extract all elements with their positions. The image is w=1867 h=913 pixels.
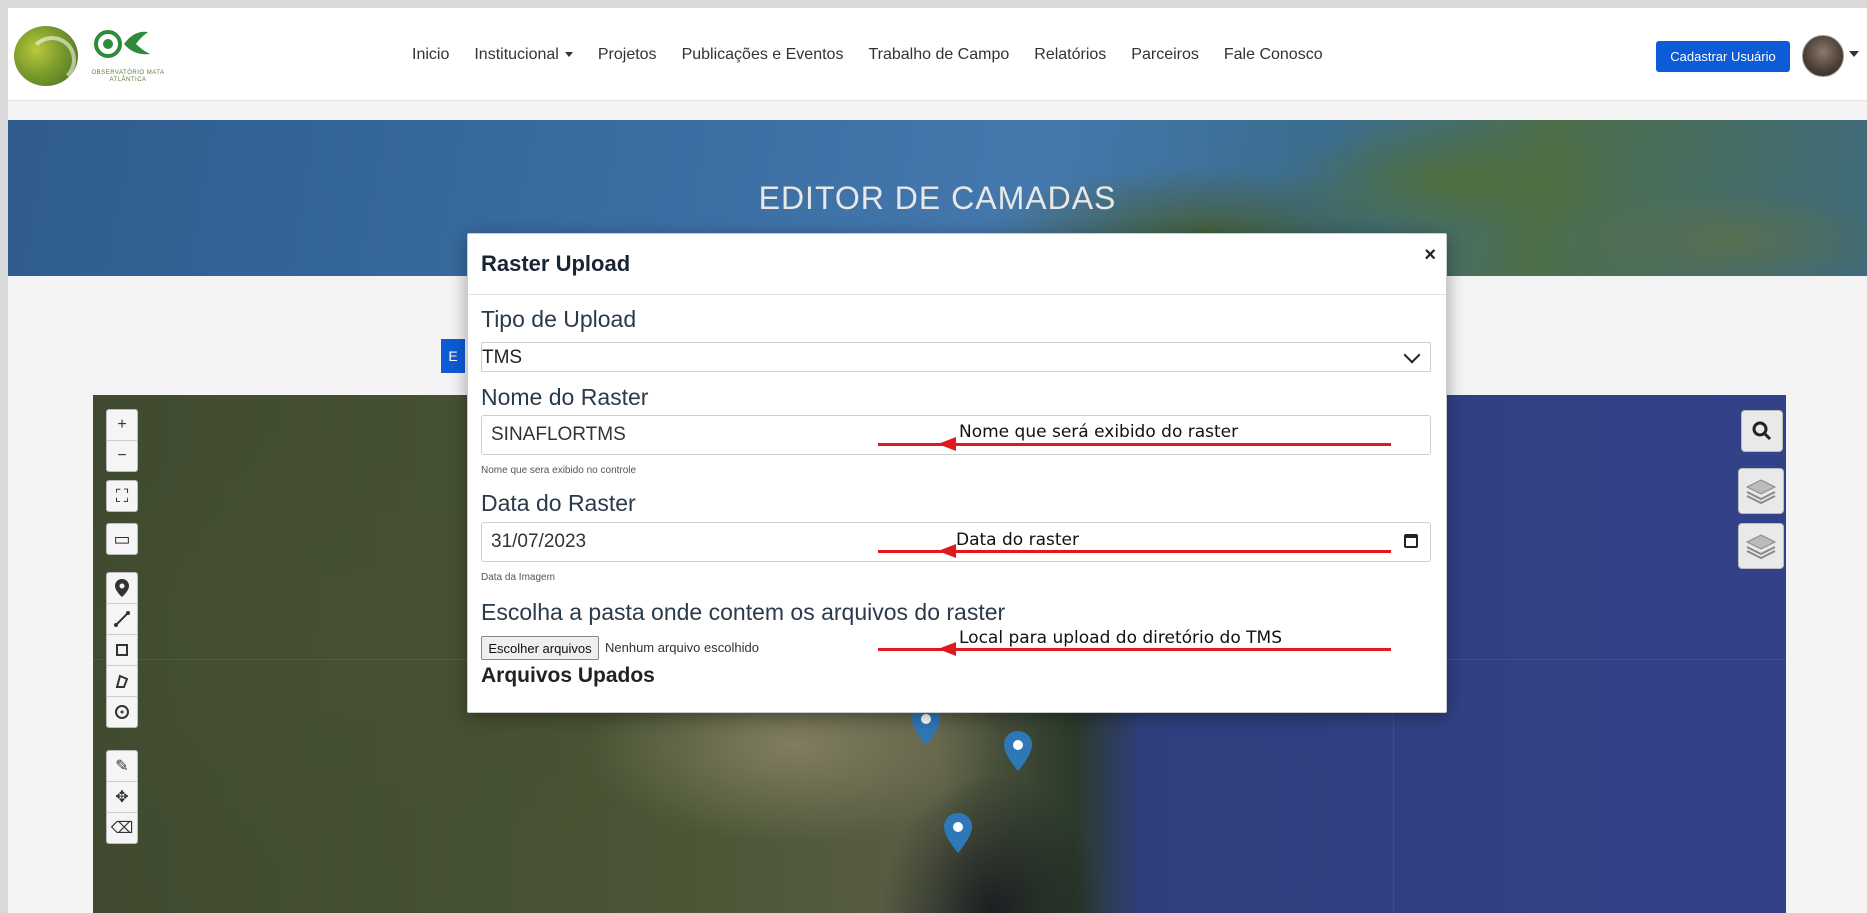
- nav-link-projetos[interactable]: Projetos: [598, 46, 657, 64]
- uploaded-files-heading: Arquivos Upados: [481, 664, 655, 687]
- edit-layer-button[interactable]: ✎: [107, 751, 137, 782]
- raster-upload-modal: Raster Upload × Tipo de Upload TMS Nome …: [467, 233, 1447, 713]
- map-marker-icon[interactable]: [1003, 731, 1033, 771]
- modal-header: Raster Upload ×: [468, 234, 1446, 295]
- search-icon: [1752, 421, 1772, 441]
- draw-rectangle-button[interactable]: [107, 635, 137, 666]
- partially-hidden-button[interactable]: E: [441, 339, 465, 373]
- brand-leaf-icon: [94, 30, 150, 58]
- logo-icon[interactable]: [14, 26, 78, 86]
- logo-text: OBSERVATÓRIO MATA ATLÂNTICA: [91, 70, 165, 83]
- map-marker-icon[interactable]: [943, 813, 973, 853]
- nav-link-relatorios[interactable]: Relatórios: [1034, 46, 1106, 64]
- nav-link-fale-conosco[interactable]: Fale Conosco: [1224, 46, 1323, 64]
- nav-link-publicacoes[interactable]: Publicações e Eventos: [682, 46, 844, 64]
- close-icon[interactable]: ×: [1424, 244, 1436, 267]
- file-status: Nenhum arquivo escolhido: [605, 640, 759, 655]
- avatar[interactable]: [1802, 35, 1844, 77]
- fullscreen-button[interactable]: ⛶: [106, 480, 138, 512]
- circle-icon: [115, 705, 129, 719]
- raster-date-label: Data do Raster: [481, 490, 636, 516]
- calendar-icon[interactable]: [1404, 534, 1418, 548]
- nav-link-parceiros[interactable]: Parceiros: [1131, 46, 1199, 64]
- layers-control-button[interactable]: [1738, 468, 1784, 514]
- annotation-arrow-head: [938, 544, 956, 558]
- raster-name-input[interactable]: SINAFLORTMS: [481, 415, 1431, 455]
- nav-link-institucional[interactable]: Institucional: [474, 46, 573, 64]
- zoom-out-button[interactable]: −: [107, 441, 137, 471]
- nav-link-inicio[interactable]: Inicio: [412, 46, 449, 64]
- nav-link-institucional-label: Institucional: [474, 46, 559, 63]
- raster-date-help: Data da Imagem: [481, 572, 555, 583]
- raster-name-help: Nome que sera exibido no controle: [481, 465, 637, 476]
- upload-type-select[interactable]: TMS: [481, 342, 1431, 372]
- annotation-arrow-head: [938, 437, 956, 451]
- move-layer-button[interactable]: ✥: [107, 782, 137, 813]
- folder-label: Escolha a pasta onde contem os arquivos …: [481, 599, 1006, 625]
- draw-polyline-button[interactable]: [107, 604, 137, 635]
- layers-icon: [1745, 534, 1777, 560]
- upload-type-label: Tipo de Upload: [481, 306, 637, 332]
- nav-link-trabalho-campo[interactable]: Trabalho de Campo: [868, 46, 1009, 64]
- zoom-control: + −: [106, 409, 138, 472]
- draw-circle-button[interactable]: [107, 697, 137, 727]
- modal-title: Raster Upload: [481, 251, 631, 276]
- choose-files-button[interactable]: Escolher arquivos: [481, 636, 599, 660]
- erase-layer-button[interactable]: ⌫: [107, 813, 137, 843]
- annotation-name-note: Nome que será exibido do raster: [959, 422, 1239, 442]
- register-user-button[interactable]: Cadastrar Usuário: [1656, 41, 1790, 72]
- navbar: OBSERVATÓRIO MATA ATLÂNTICA Inicio Insti…: [8, 8, 1867, 101]
- marker-icon: [115, 579, 129, 597]
- annotation-date-note: Data do raster: [956, 530, 1079, 550]
- chevron-down-icon[interactable]: [1849, 51, 1859, 57]
- draw-marker-button[interactable]: [107, 573, 137, 604]
- polygon-icon: [115, 674, 129, 688]
- page: OBSERVATÓRIO MATA ATLÂNTICA Inicio Insti…: [8, 8, 1867, 913]
- annotation-folder-note: Local para upload do diretório do TMS: [959, 628, 1282, 648]
- layers-control-button-2[interactable]: [1738, 523, 1784, 569]
- raster-name-label: Nome do Raster: [481, 384, 649, 410]
- annotation-arrow-head: [938, 642, 956, 656]
- chevron-down-icon: [564, 52, 573, 58]
- upload-type-value: TMS: [482, 347, 523, 368]
- raster-date-value: 31/07/2023: [491, 531, 587, 552]
- measure-button[interactable]: ▭: [106, 523, 138, 555]
- rectangle-icon: [116, 644, 128, 656]
- chevron-down-icon: [1403, 346, 1421, 364]
- edit-toolbar: ✎ ✥ ⌫: [106, 750, 138, 844]
- zoom-in-button[interactable]: +: [107, 410, 137, 441]
- map-search-button[interactable]: [1741, 410, 1783, 452]
- draw-polygon-button[interactable]: [107, 666, 137, 697]
- layers-icon: [1745, 479, 1777, 505]
- nav-links: Inicio Institucional Projetos Publicaçõe…: [412, 46, 1348, 64]
- polyline-icon: [114, 611, 130, 627]
- page-title: EDITOR DE CAMADAS: [758, 180, 1117, 216]
- draw-toolbar: [106, 572, 138, 728]
